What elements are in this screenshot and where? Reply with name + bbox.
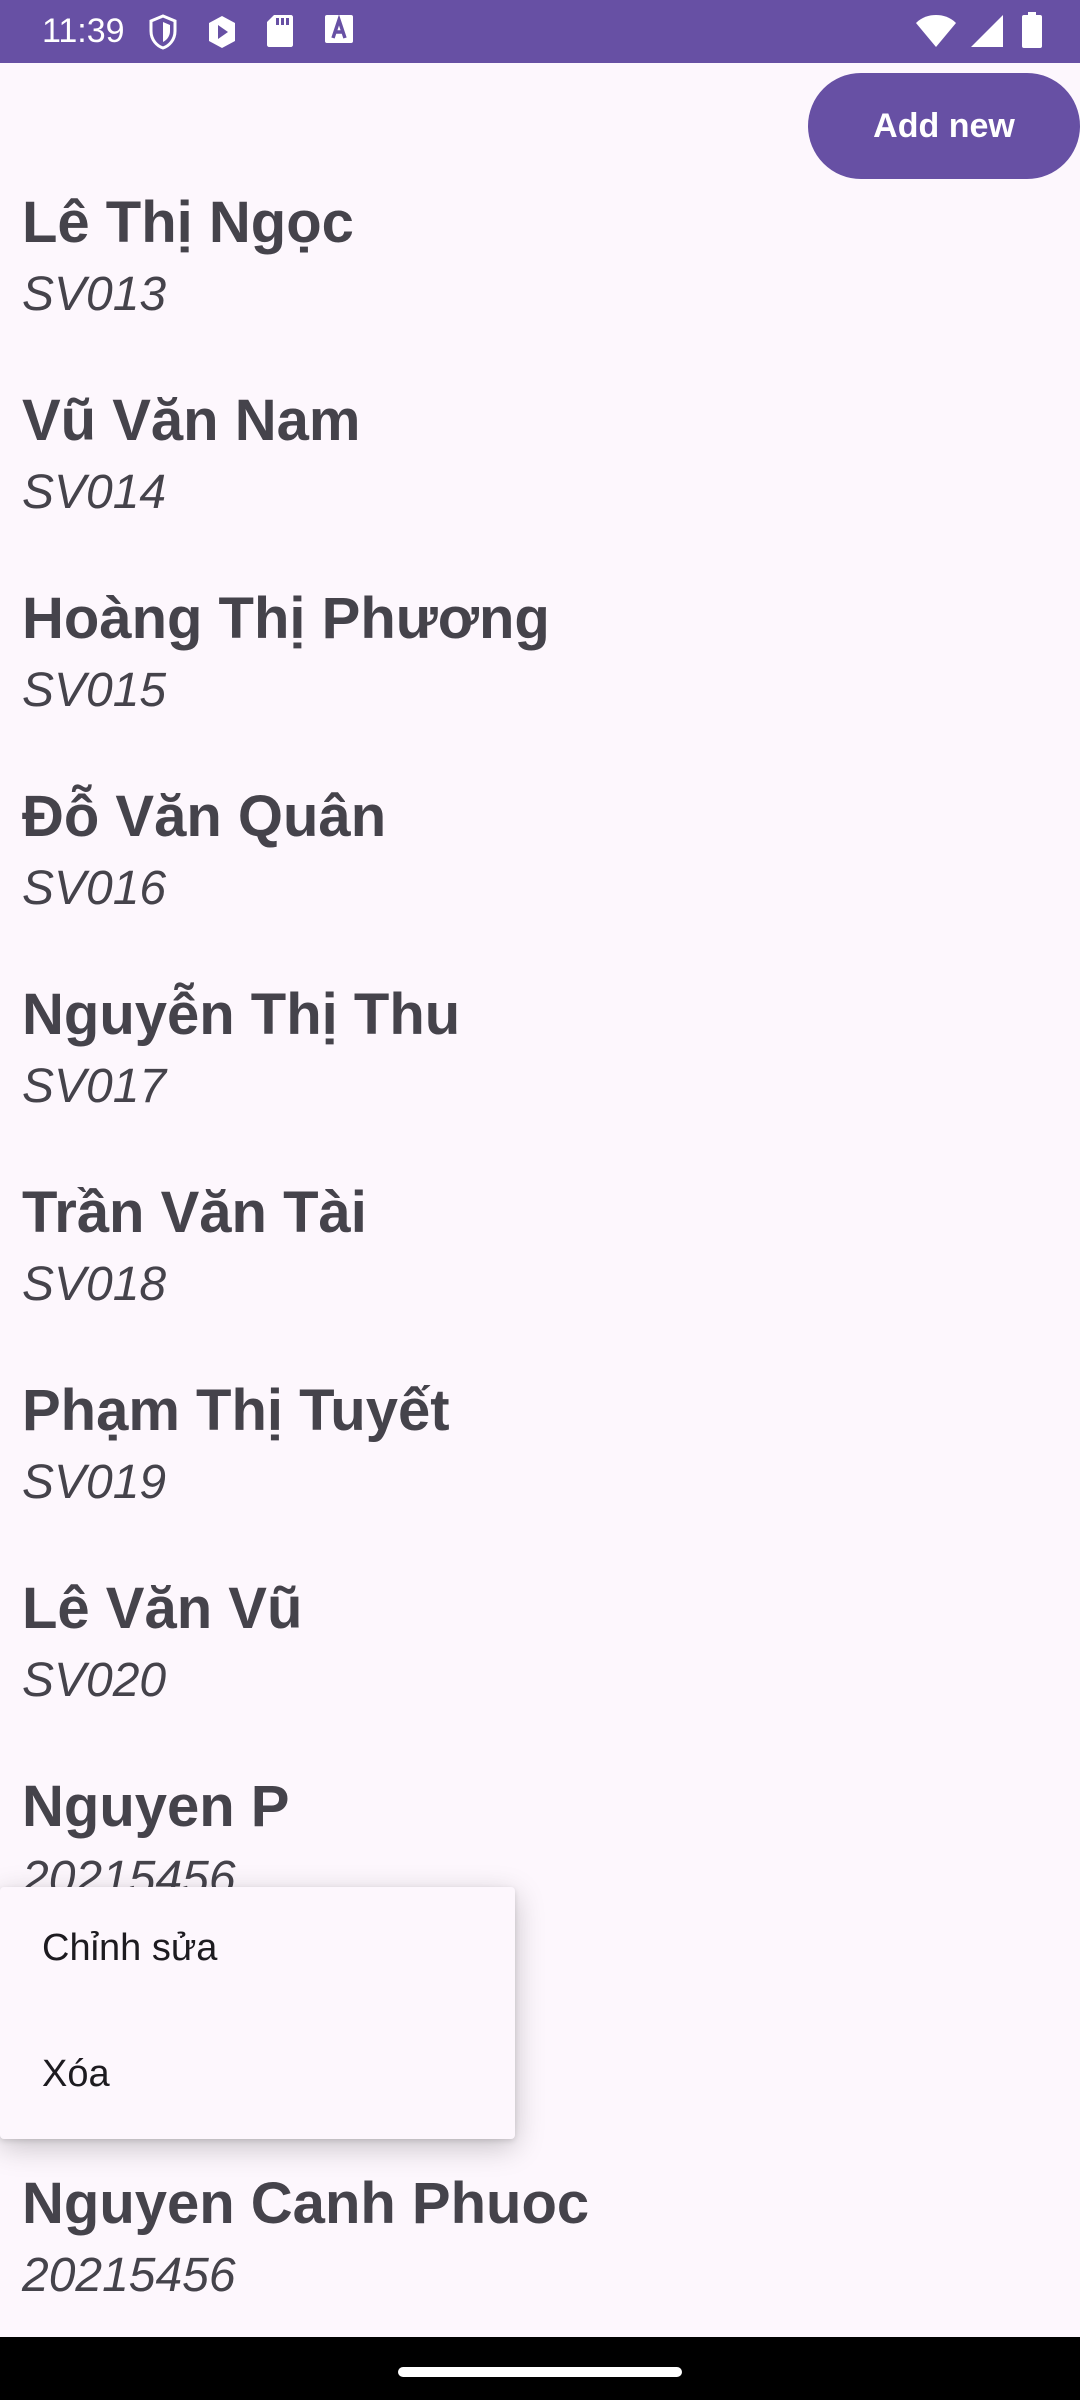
student-id: SV018 <box>22 1258 167 1311</box>
student-name: Nguyễn Thị Thu <box>22 982 461 1047</box>
student-name: Nguyen Canh Phuoc <box>22 2171 590 2236</box>
font-a-icon <box>324 14 354 49</box>
menu-item-edit[interactable]: Chỉnh sửa <box>0 1887 515 2013</box>
student-name: Nguyen P <box>22 1774 290 1839</box>
wifi-icon <box>915 14 957 53</box>
student-id: 20215456 <box>22 2249 236 2302</box>
gesture-handle[interactable] <box>398 2367 682 2377</box>
menu-item-label: Chỉnh sửa <box>42 1927 218 1969</box>
status-time: 11:39 <box>42 12 125 50</box>
list-item[interactable]: Nguyễn Thị Thu SV017 <box>0 972 1080 1170</box>
list-item[interactable]: Trần Văn Tài SV018 <box>0 1170 1080 1368</box>
list-item[interactable]: Đỗ Văn Quân SV016 <box>0 774 1080 972</box>
student-id: SV015 <box>22 664 167 717</box>
add-new-button[interactable]: Add new <box>808 73 1080 179</box>
cell-signal-icon <box>970 14 1004 53</box>
list-item[interactable]: Phạm Thị Tuyết SV019 <box>0 1368 1080 1566</box>
shield-icon <box>148 14 178 55</box>
student-name: Phạm Thị Tuyết <box>22 1378 450 1443</box>
context-menu: Chỉnh sửa Xóa <box>0 1887 515 2139</box>
menu-item-label: Xóa <box>42 2053 110 2095</box>
student-name: Vũ Văn Nam <box>22 388 361 453</box>
status-bar: 11:39 <box>0 0 1080 63</box>
list-item[interactable]: Lê Thị Ngọc SV013 <box>0 180 1080 378</box>
play-store-icon <box>206 14 238 55</box>
student-id: SV016 <box>22 862 167 915</box>
list-item[interactable]: Nguyen Canh Phuoc 20215456 <box>0 2161 1080 2359</box>
student-name: Trần Văn Tài <box>22 1180 367 1245</box>
student-name: Lê Thị Ngọc <box>22 190 354 255</box>
battery-icon <box>1022 12 1042 53</box>
menu-item-delete[interactable]: Xóa <box>0 2013 515 2139</box>
status-right-group <box>915 12 1042 52</box>
student-name: Đỗ Văn Quân <box>22 784 387 849</box>
sd-card-icon <box>266 14 294 53</box>
list-item[interactable]: Hoàng Thị Phương SV015 <box>0 576 1080 774</box>
student-name: Hoàng Thị Phương <box>22 586 550 651</box>
student-id: SV013 <box>22 268 167 321</box>
list-item[interactable]: Lê Văn Vũ SV020 <box>0 1566 1080 1764</box>
list-item[interactable]: Vũ Văn Nam SV014 <box>0 378 1080 576</box>
student-id: SV017 <box>22 1060 167 1113</box>
student-name: Lê Văn Vũ <box>22 1576 303 1641</box>
student-id: SV019 <box>22 1456 167 1509</box>
student-id: SV014 <box>22 466 167 519</box>
student-id: SV020 <box>22 1654 167 1707</box>
navigation-bar <box>0 2337 1080 2400</box>
